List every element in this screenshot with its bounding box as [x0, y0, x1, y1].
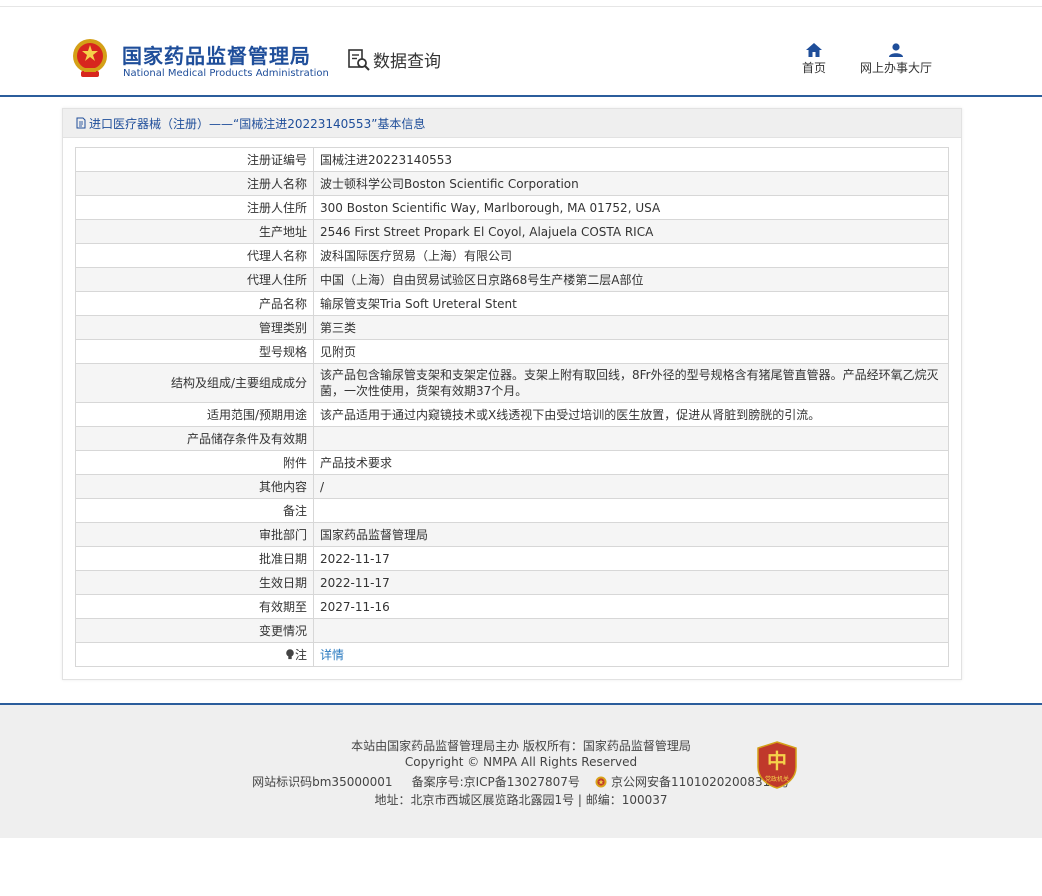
- table-row: 生效日期 2022-11-17: [75, 570, 949, 595]
- row-value: 国械注进20223140553: [313, 147, 949, 172]
- row-value: 该产品包含输尿管支架和支架定位器。支架上附有取回线，8Fr外径的型号规格含有猪尾…: [313, 363, 949, 403]
- row-value: 国家药品监督管理局: [313, 522, 949, 547]
- footer-registration-line: 网站标识码bm35000001 备案序号:京ICP备13027807号 京公网安…: [0, 773, 1042, 790]
- site-footer: 本站由国家药品监督管理局主办 版权所有：国家药品监督管理局 Copyright …: [0, 703, 1042, 838]
- site-header: 国家药品监督管理局 National Medical Products Admi…: [0, 7, 1042, 97]
- row-label: 有效期至: [75, 594, 314, 619]
- document-search-icon: [348, 48, 370, 71]
- row-value: 2027-11-16: [313, 594, 949, 619]
- nav-home[interactable]: 首页: [802, 43, 826, 76]
- table-row: 批准日期 2022-11-17: [75, 546, 949, 571]
- row-label: 代理人名称: [75, 243, 314, 268]
- row-label: 审批部门: [75, 522, 314, 547]
- footer-site-id: 网站标识码bm35000001: [252, 775, 393, 789]
- note-label: 注: [294, 647, 307, 662]
- row-value: [313, 618, 949, 643]
- row-label: 注册证编号: [75, 147, 314, 172]
- table-row: 备注: [75, 498, 949, 523]
- row-label: 批准日期: [75, 546, 314, 571]
- document-icon: [76, 117, 86, 129]
- site-logo-title[interactable]: 国家药品监督管理局: [122, 40, 311, 69]
- registration-info-table: 注册证编号 国械注进20223140553 注册人名称 波士顿科学公司Boston …: [75, 147, 949, 667]
- row-label: 备注: [75, 498, 314, 523]
- footer-address: 地址：北京市西城区展览路北露园1号 | 邮编：100037: [374, 793, 668, 807]
- row-label: 代理人住所: [75, 267, 314, 292]
- row-label: 注册人住所: [75, 195, 314, 220]
- note-row: 注 详情: [75, 642, 949, 667]
- footer-copyright: Copyright © NMPA All Rights Reserved: [404, 755, 638, 769]
- row-label: 变更情况: [75, 618, 314, 643]
- row-value: 2546 First Street Propark El Coyol, Alaj…: [313, 219, 949, 244]
- row-value: /: [313, 474, 949, 499]
- row-label: 附件: [75, 450, 314, 475]
- row-value: 2022-11-17: [313, 570, 949, 595]
- table-row: 产品储存条件及有效期: [75, 426, 949, 451]
- svg-text:党政机关: 党政机关: [765, 775, 789, 783]
- details-link[interactable]: 详情: [320, 648, 344, 662]
- data-query-link[interactable]: 数据查询: [347, 47, 441, 72]
- row-value: 300 Boston Scientific Way, Marlborough, …: [313, 195, 949, 220]
- row-label: 管理类别: [75, 315, 314, 340]
- row-value: [313, 426, 949, 451]
- row-value: 2022-11-17: [313, 546, 949, 571]
- data-query-label: 数据查询: [373, 52, 441, 72]
- row-label: 适用范围/预期用途: [75, 402, 314, 427]
- table-row: 注册人住所 300 Boston Scientific Way, Marlboro…: [75, 195, 949, 220]
- national-emblem-icon: [73, 39, 107, 77]
- row-value: 输尿管支架Tria Soft Ureteral Stent: [313, 291, 949, 316]
- government-agency-badge-icon[interactable]: 中 党政机关: [757, 741, 797, 789]
- row-label: 其他内容: [75, 474, 314, 499]
- lightbulb-icon: [286, 648, 294, 659]
- row-value: 波科国际医疗贸易（上海）有限公司: [313, 243, 949, 268]
- site-logo-subtitle: National Medical Products Administration: [123, 68, 329, 79]
- nav-online-service-hall[interactable]: 网上办事大厅: [860, 43, 932, 76]
- table-row: 有效期至 2027-11-16: [75, 594, 949, 619]
- note-label-cell: 注: [75, 642, 314, 667]
- row-label: 生产地址: [75, 219, 314, 244]
- user-icon: [889, 43, 903, 57]
- row-label: 产品名称: [75, 291, 314, 316]
- row-label: 注册人名称: [75, 171, 314, 196]
- table-row: 代理人住所 中国（上海）自由贸易试验区日京路68号生产楼第二层A部位: [75, 267, 949, 292]
- row-value: 见附页: [313, 339, 949, 364]
- row-value: 产品技术要求: [313, 450, 949, 475]
- row-value: 中国（上海）自由贸易试验区日京路68号生产楼第二层A部位: [313, 267, 949, 292]
- home-icon: [806, 43, 822, 57]
- footer-sponsor-text: 本站由国家药品监督管理局主办 版权所有：国家药品监督管理局: [351, 739, 691, 753]
- row-label: 生效日期: [75, 570, 314, 595]
- table-row: 注册证编号 国械注进20223140553: [75, 147, 949, 172]
- row-label: 结构及组成/主要组成成分: [75, 363, 314, 403]
- nav-online-service-hall-label: 网上办事大厅: [860, 61, 933, 75]
- table-row: 产品名称 输尿管支架Tria Soft Ureteral Stent: [75, 291, 949, 316]
- table-row: 审批部门 国家药品监督管理局: [75, 522, 949, 547]
- table-row: 其他内容 /: [75, 474, 949, 499]
- row-value: 该产品适用于通过内窥镜技术或X线透视下由受过培训的医生放置，促进从肾脏到膀胱的引…: [313, 402, 949, 427]
- note-value-cell: 详情: [313, 642, 949, 667]
- table-row: 管理类别 第三类: [75, 315, 949, 340]
- table-row: 注册人名称 波士顿科学公司Boston Scientific Corporatio…: [75, 171, 949, 196]
- table-row: 变更情况: [75, 618, 949, 643]
- svg-text:中: 中: [767, 749, 787, 773]
- top-strip: [0, 0, 1042, 7]
- nav-home-label: 首页: [802, 61, 827, 75]
- police-badge-icon: [595, 776, 607, 788]
- panel-title-text: 进口医疗器械（注册）——“国械注进20223140553”基本信息: [89, 116, 426, 131]
- device-info-panel: 进口医疗器械（注册）——“国械注进20223140553”基本信息 注册证编号国…: [62, 108, 962, 680]
- row-label: 型号规格: [75, 339, 314, 364]
- row-value: 波士顿科学公司Boston Scientific Corporation: [313, 171, 949, 196]
- table-row: 代理人名称 波科国际医疗贸易（上海）有限公司: [75, 243, 949, 268]
- row-label: 产品储存条件及有效期: [75, 426, 314, 451]
- table-row: 适用范围/预期用途 该产品适用于通过内窥镜技术或X线透视下由受过培训的医生放置，促…: [75, 402, 949, 427]
- row-value: [313, 498, 949, 523]
- table-row: 型号规格 见附页: [75, 339, 949, 364]
- table-row: 生产地址 2546 First Street Propark El Coyol, …: [75, 219, 949, 244]
- footer-icp-link[interactable]: 备案序号:京ICP备13027807号: [412, 775, 580, 789]
- panel-title: 进口医疗器械（注册）——“国械注进20223140553”基本信息: [63, 109, 961, 138]
- table-row: 附件 产品技术要求: [75, 450, 949, 475]
- table-row: 结构及组成/主要组成成分 该产品包含输尿管支架和支架定位器。支架上附有取回线，8F…: [75, 363, 949, 403]
- row-value: 第三类: [313, 315, 949, 340]
